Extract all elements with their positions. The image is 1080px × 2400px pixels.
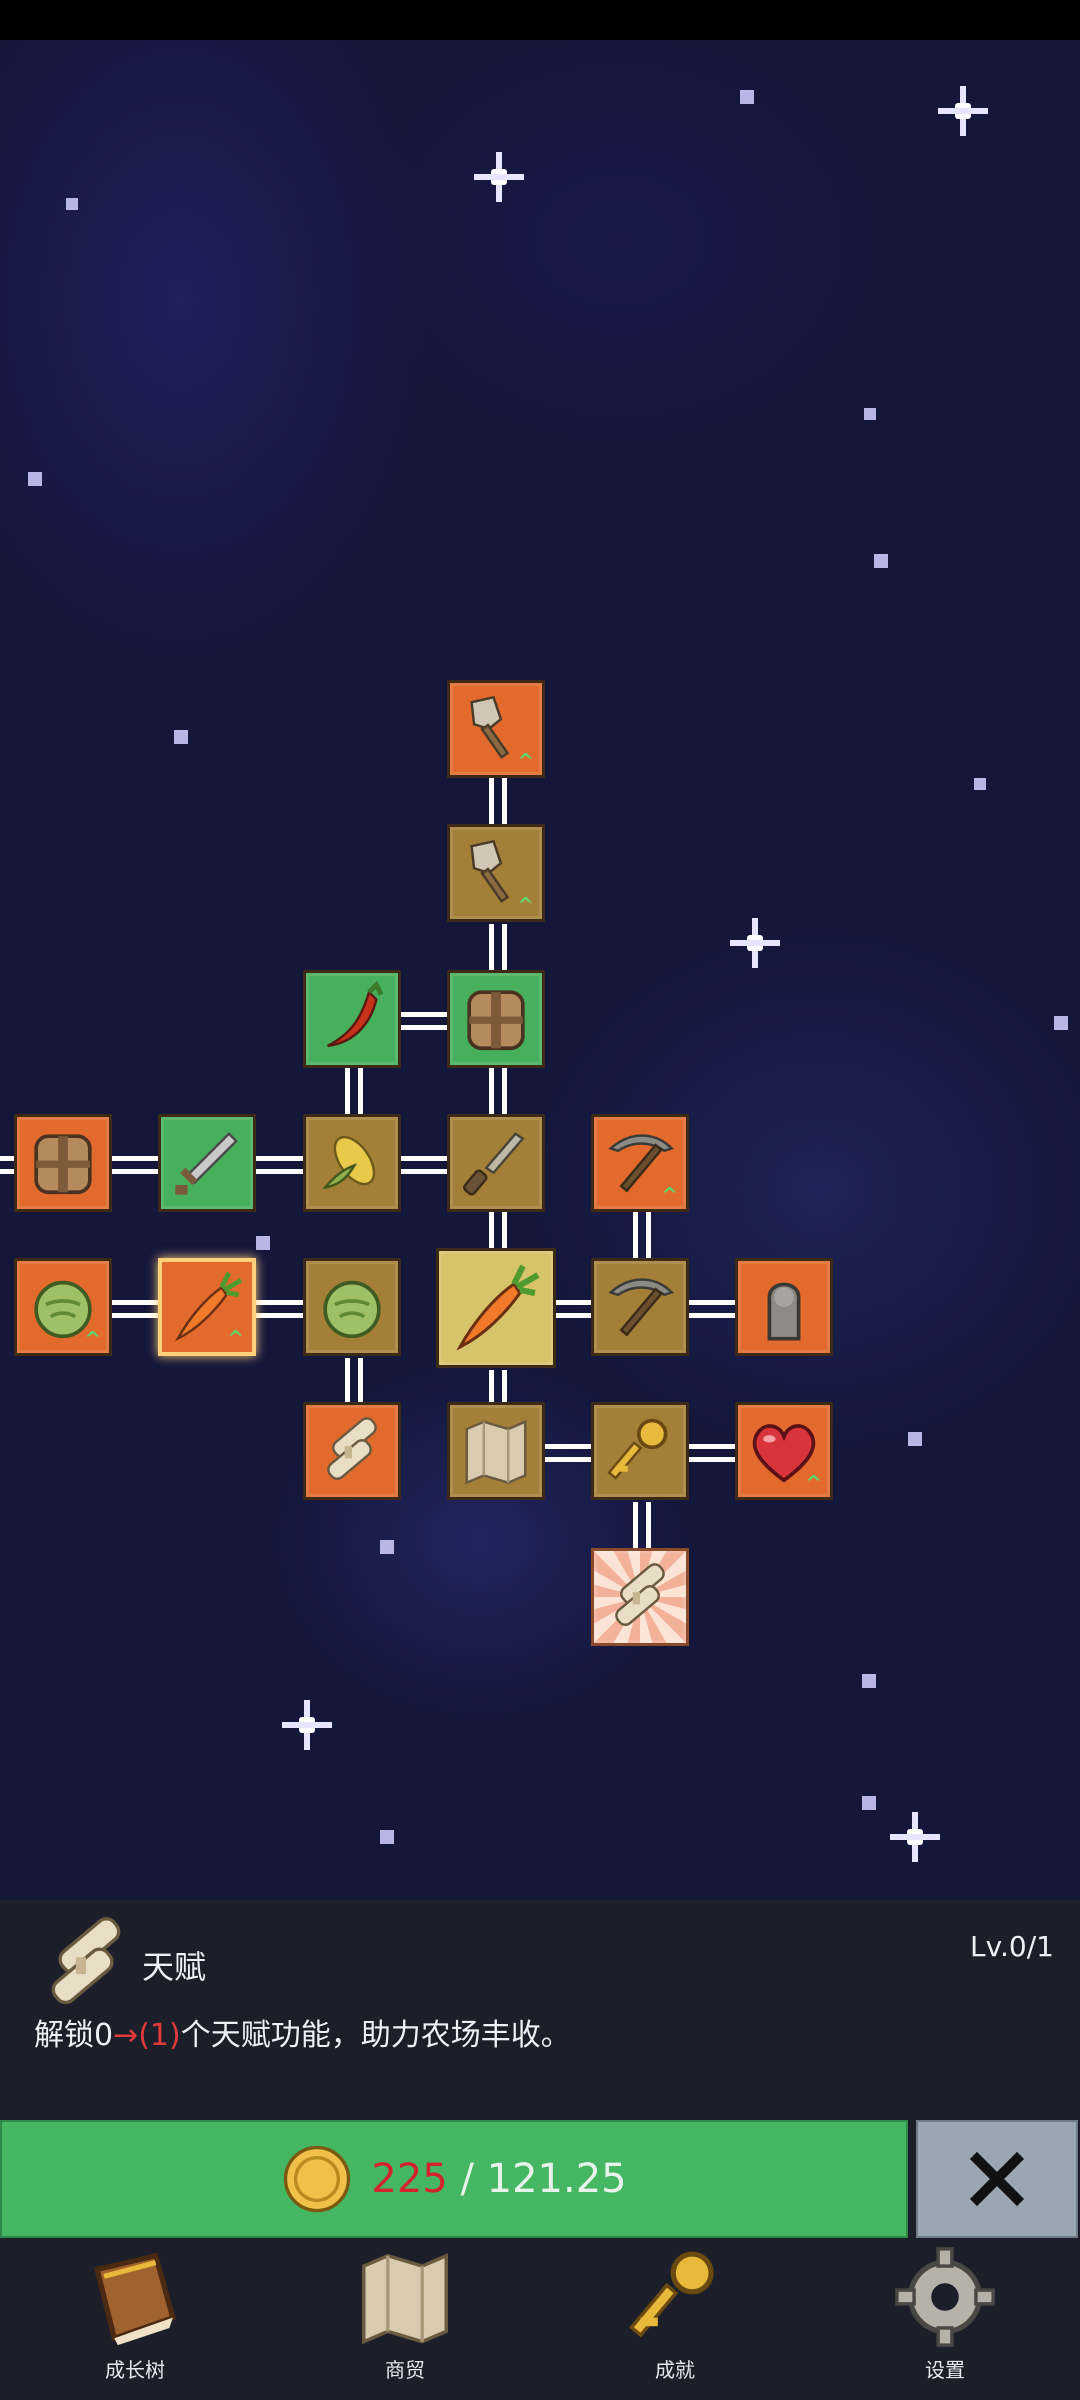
talent-node-chili[interactable] <box>303 970 401 1068</box>
talent-level: Lv.0/1 <box>970 1930 1054 1963</box>
talent-node-backpack-left[interactable] <box>14 1114 112 1212</box>
statue-icon <box>745 1268 823 1346</box>
unlock-button[interactable]: 225 / 121.25 <box>0 2120 908 2238</box>
talent-node-shovel-top[interactable]: ^ <box>447 680 545 778</box>
talent-node-sword[interactable] <box>158 1114 256 1212</box>
talent-title: 天赋 <box>142 1948 207 1986</box>
bottom-nav: 成长树 商贸 成就 设置 <box>0 2240 1080 2400</box>
backpack-icon <box>457 980 535 1058</box>
pickaxe-icon <box>601 1268 679 1346</box>
talent-node-map[interactable] <box>447 1402 545 1500</box>
close-button[interactable] <box>916 2120 1078 2238</box>
nav-growth-tree[interactable]: 成长树 <box>45 2242 225 2392</box>
nav-label: 成长树 <box>105 2358 165 2382</box>
talent-node-cabbage[interactable] <box>303 1258 401 1356</box>
nav-label: 商贸 <box>385 2358 425 2382</box>
nav-trade[interactable]: 商贸 <box>315 2242 495 2392</box>
nav-label: 设置 <box>925 2358 965 2382</box>
key-icon <box>601 1412 679 1490</box>
upgrade-arrow-icon: ^ <box>84 1327 101 1351</box>
gear-icon <box>890 2242 1000 2352</box>
talent-node-statue[interactable] <box>735 1258 833 1356</box>
nav-label: 成就 <box>655 2358 695 2382</box>
sword-icon <box>168 1124 246 1202</box>
book-icon <box>80 2242 190 2352</box>
map-icon <box>350 2242 460 2352</box>
map-icon <box>457 1412 535 1490</box>
knife-icon <box>457 1124 535 1202</box>
action-bar: 225 / 121.25 <box>0 2118 1080 2240</box>
scroll-icon <box>601 1558 679 1636</box>
desc-prefix: 解锁0 <box>34 2018 114 2053</box>
talent-node-heart[interactable]: ^ <box>735 1402 833 1500</box>
talent-node-shovel[interactable]: ^ <box>447 824 545 922</box>
scroll-icon <box>32 1910 140 2018</box>
talent-node-pickaxe-top[interactable]: ^ <box>591 1114 689 1212</box>
chili-pepper-icon <box>313 980 391 1058</box>
talent-info-panel: 天赋 Lv.0/1 解锁0→(1)个天赋功能，助力农场丰收。 <box>0 1900 1080 2118</box>
coin-icon <box>281 2143 353 2215</box>
upgrade-arrow-icon: ^ <box>805 1471 822 1495</box>
talent-node-scroll[interactable] <box>303 1402 401 1500</box>
scroll-icon <box>313 1412 391 1490</box>
talent-node-backpack[interactable] <box>447 970 545 1068</box>
desc-suffix: 个天赋功能，助力农场丰收。 <box>180 2018 571 2053</box>
backpack-icon <box>24 1124 102 1202</box>
upgrade-arrow-icon: ^ <box>517 749 534 773</box>
key-icon <box>620 2242 730 2352</box>
price-cost: 121.25 <box>486 2156 627 2202</box>
talent-node-knife[interactable] <box>447 1114 545 1212</box>
upgrade-arrow-icon: ^ <box>517 893 534 917</box>
talent-node-key[interactable] <box>591 1402 689 1500</box>
upgrade-arrow-icon: ^ <box>227 1326 244 1350</box>
close-icon <box>965 2147 1029 2211</box>
nav-achievements[interactable]: 成就 <box>585 2242 765 2392</box>
price-current: 225 <box>371 2156 448 2202</box>
carrot-icon <box>448 1260 544 1356</box>
price-separator: / <box>447 2156 487 2202</box>
upgrade-arrow-icon: ^ <box>661 1183 678 1207</box>
price-text: 225 / 121.25 <box>371 2156 626 2202</box>
cabbage-icon <box>313 1268 391 1346</box>
corn-icon <box>313 1124 391 1202</box>
talent-description: 解锁0→(1)个天赋功能，助力农场丰收。 <box>34 2010 571 2054</box>
talent-node-root-carrot[interactable] <box>436 1248 556 1368</box>
talent-node-cabbage-left[interactable]: ^ <box>14 1258 112 1356</box>
talent-node-carrot-selected[interactable]: ^ <box>158 1258 256 1356</box>
nav-settings[interactable]: 设置 <box>855 2242 1035 2392</box>
desc-change: →(1) <box>113 2018 181 2053</box>
talent-node-scroll-highlight[interactable] <box>591 1548 689 1646</box>
talent-node-corn[interactable] <box>303 1114 401 1212</box>
talent-node-pickaxe[interactable] <box>591 1258 689 1356</box>
